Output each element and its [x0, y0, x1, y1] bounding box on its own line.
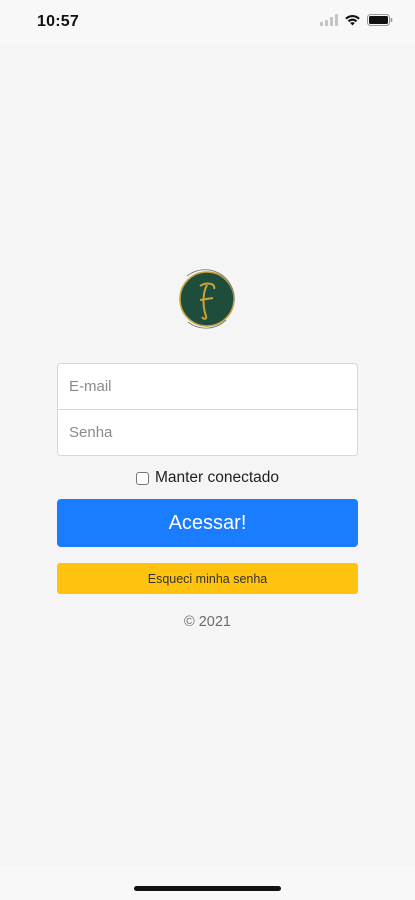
status-icons [320, 14, 393, 26]
forgot-password-button[interactable]: Esqueci minha senha [57, 563, 358, 594]
bottom-bar [0, 866, 415, 900]
logo-icon [179, 269, 235, 329]
credentials-group [57, 363, 358, 456]
home-indicator[interactable] [134, 886, 281, 891]
battery-icon [367, 14, 393, 26]
status-bar: 10:57 [0, 0, 415, 44]
remember-me-checkbox[interactable] [135, 471, 149, 485]
wifi-icon [345, 14, 360, 26]
remember-me-row[interactable]: Manter conectado [57, 469, 358, 487]
logo [176, 268, 238, 330]
signal-icon [320, 14, 338, 26]
remember-me-label: Manter conectado [154, 469, 280, 486]
login-form: Manter conectado Acessar! Esqueci minha … [57, 363, 358, 630]
password-input[interactable] [58, 410, 357, 455]
email-input[interactable] [58, 364, 357, 409]
status-time: 10:57 [37, 13, 79, 30]
copyright-text: © 2021 [184, 614, 231, 630]
login-button[interactable]: Acessar! [57, 499, 358, 547]
